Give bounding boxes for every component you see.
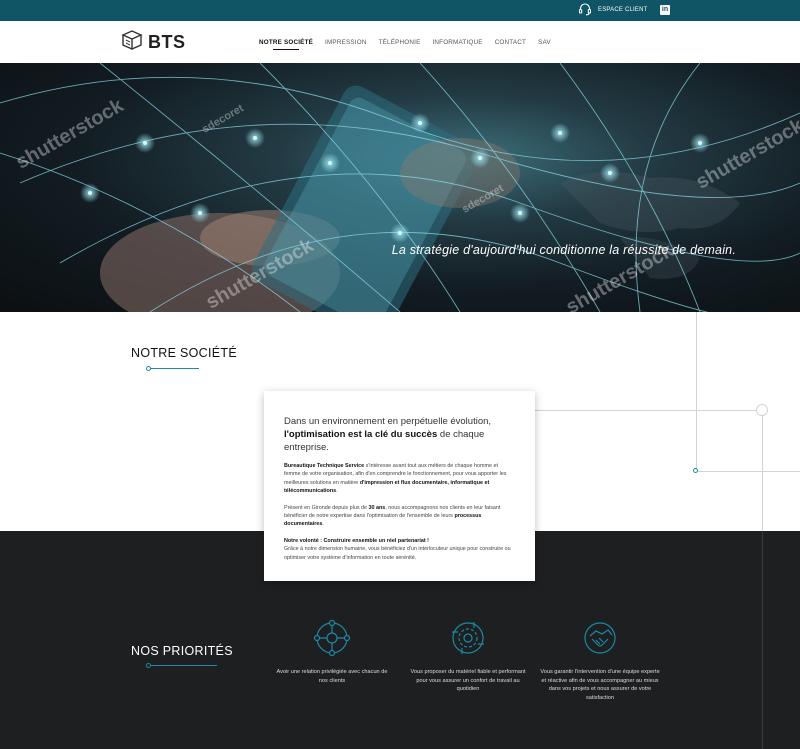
- nav-sav[interactable]: SAV: [538, 39, 551, 46]
- p2-text: Présent en Gironde depuis plus de: [284, 504, 369, 511]
- deco-line: [698, 471, 800, 472]
- deco-line: [762, 416, 763, 531]
- priority-item: Vous proposer du matériel fiable et perf…: [408, 618, 528, 694]
- title-underline: [151, 368, 199, 369]
- societe-card: Dans un environnement en perpétuelle évo…: [264, 391, 535, 581]
- p2-end: .: [322, 521, 324, 528]
- header: BTS NOTRE SOCIÉTÉ IMPRESSION TÉLÉPHONIE …: [0, 21, 800, 63]
- card-lead: Dans un environnement en perpétuelle évo…: [284, 415, 515, 454]
- p3-text: Grâce à notre dimension humaine, vous bé…: [284, 546, 511, 561]
- section-title: NOS PRIORITÉS: [131, 644, 233, 658]
- priority-text: Vous proposer du matériel fiable et perf…: [410, 669, 526, 692]
- deco-line: [762, 531, 763, 749]
- p1-end: .: [336, 488, 338, 495]
- deco-line: [696, 312, 697, 471]
- espace-client-link[interactable]: ESPACE CLIENT: [578, 2, 648, 18]
- nav-notre-societe[interactable]: NOTRE SOCIÉTÉ: [259, 39, 313, 50]
- card-paragraph-3: Notre volonté : Construire ensemble un r…: [284, 537, 515, 562]
- p3-bold: Notre volonté : Construire ensemble un r…: [284, 537, 429, 544]
- linkedin-icon[interactable]: in: [660, 5, 670, 15]
- priority-text: Avoir une relation privilégiée avec chac…: [276, 669, 388, 684]
- logo-text: BTS: [148, 32, 186, 52]
- page: ESPACE CLIENT in BTS NOTRE SOCIÉTÉ IMPRE…: [0, 0, 800, 749]
- lead-text: Dans un environnement en perpétuelle évo…: [284, 416, 492, 427]
- handshake-icon: [580, 618, 620, 658]
- hero-banner: shutterstock shutterstock shutterstock s…: [0, 63, 800, 312]
- card-paragraph-2: Présent en Gironde depuis plus de 30 ans…: [284, 504, 515, 529]
- deco-line: [535, 410, 758, 411]
- priority-item: Avoir une relation privilégiée avec chac…: [272, 618, 392, 685]
- priority-item: Vous garantir l'intervention d'une équip…: [540, 618, 660, 702]
- nav-contact[interactable]: CONTACT: [495, 39, 526, 46]
- card-paragraph-1: Bureautique Technique Service s'intéress…: [284, 462, 515, 496]
- title-underline: [151, 665, 217, 666]
- nav-telephonie[interactable]: TÉLÉPHONIE: [379, 39, 421, 46]
- top-bar: ESPACE CLIENT in: [0, 0, 800, 21]
- nav-informatique[interactable]: INFORMATIQUE: [432, 39, 482, 46]
- priority-text: Vous garantir l'intervention d'une équip…: [540, 669, 660, 701]
- lead-bold: l'optimisation est la clé du succès: [284, 429, 438, 440]
- logo-cube-icon: [120, 29, 144, 56]
- network-icon: [312, 618, 352, 658]
- headset-icon: [578, 2, 592, 18]
- section-title: NOTRE SOCIÉTÉ: [131, 346, 237, 360]
- gear-circuit-icon: [448, 618, 488, 658]
- company-name: Bureautique Technique Service: [284, 463, 365, 469]
- main-nav: NOTRE SOCIÉTÉ IMPRESSION TÉLÉPHONIE INFO…: [259, 21, 563, 63]
- p2-bold: 30 ans: [368, 504, 386, 511]
- deco-circle: [756, 404, 768, 416]
- espace-client-label: ESPACE CLIENT: [598, 7, 648, 13]
- logo[interactable]: BTS: [120, 29, 186, 56]
- hero-tagline: La stratégie d'aujourd'hui conditionne l…: [391, 243, 736, 257]
- nav-impression[interactable]: IMPRESSION: [325, 39, 367, 46]
